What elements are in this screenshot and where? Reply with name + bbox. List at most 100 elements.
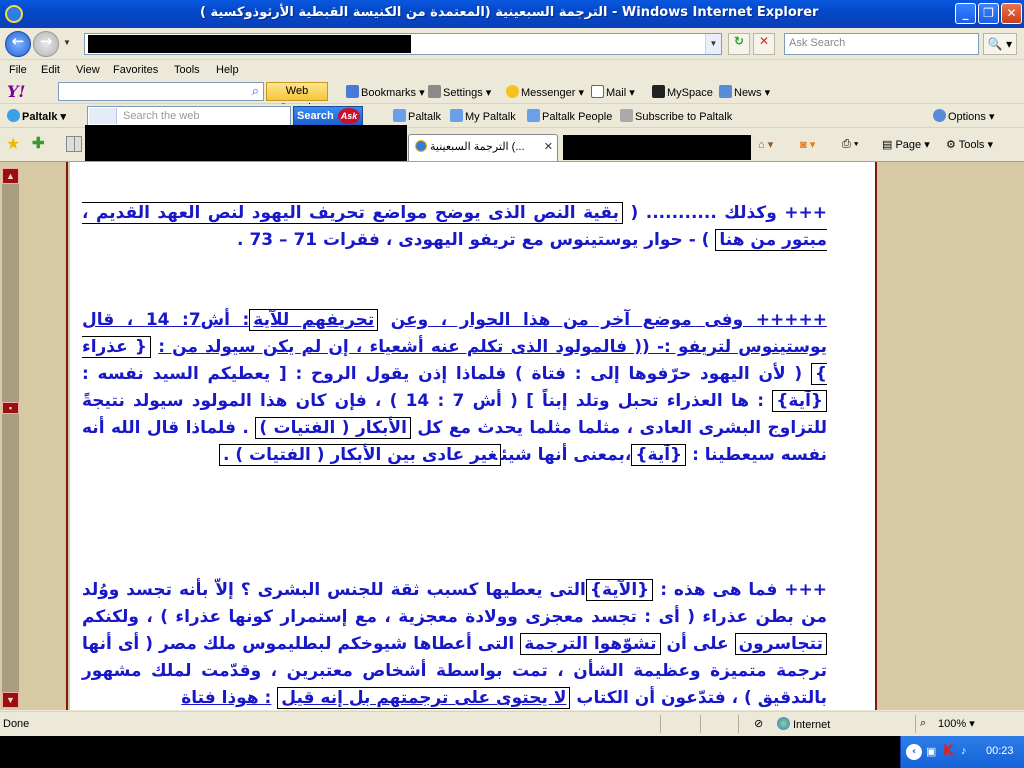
page-menu[interactable]: ▤ Page ▾ — [882, 138, 930, 151]
status-divider — [915, 715, 916, 733]
protected-mode-icon: ⊘ — [754, 718, 764, 730]
paltalk-search-input[interactable]: Search the web — [87, 106, 291, 126]
news-button[interactable]: News ▾ — [719, 85, 770, 99]
yahoo-search-input[interactable]: ⌕ — [58, 82, 264, 101]
highlight-box: {آية} — [631, 444, 687, 466]
scroll-thumb[interactable]: ▪ — [2, 402, 19, 414]
myspace-icon — [652, 85, 665, 98]
paltalk-search-button[interactable]: Search Ask — [293, 106, 363, 126]
scroll-down-button[interactable]: ▼ — [2, 692, 19, 708]
right-frame — [877, 162, 975, 710]
ie-tab-icon — [415, 140, 427, 152]
search-go-button[interactable]: 🔍 ▾ — [983, 33, 1017, 55]
menu-bar: File Edit View Favorites Tools Help — [0, 61, 1024, 81]
ie-icon — [5, 5, 23, 23]
favorites-star-icon[interactable]: ★ — [6, 134, 20, 154]
quick-tabs-icon[interactable] — [66, 136, 82, 152]
volume-icon[interactable]: ♪ — [961, 745, 967, 757]
yahoo-toolbar: Y! ⌕ Web Search Bookmarks ▾ Settings ▾ M… — [0, 80, 1024, 114]
title-bar: الترجمة السبعينية (المعتمدة من الكنيسة ا… — [0, 0, 1024, 28]
paragraph-1: +++ وكذلك ........... ( بقية النص الذى ي… — [82, 202, 827, 251]
redacted-tab — [85, 125, 407, 161]
bookmarks-icon — [346, 85, 359, 98]
feeds-icon[interactable]: ◙ ▾ — [800, 138, 815, 151]
paltalk-people-link[interactable]: Paltalk People — [527, 109, 612, 123]
ask-search-input[interactable]: Ask Search — [784, 33, 979, 55]
history-dropdown-icon[interactable]: ▼ — [63, 38, 71, 47]
minimize-button[interactable]: _ — [955, 3, 976, 24]
address-dropdown-icon[interactable]: ▼ — [705, 34, 721, 54]
bookmarks-button[interactable]: Bookmarks ▾ — [346, 85, 425, 99]
my-paltalk-link[interactable]: My Paltalk — [450, 109, 516, 123]
address-input[interactable]: ▼ — [84, 33, 722, 55]
messenger-icon — [506, 85, 519, 98]
paltalk-link[interactable]: Paltalk — [393, 109, 441, 123]
forward-button[interactable]: → — [33, 31, 59, 57]
tools-menu[interactable]: ⚙ Tools ▾ — [946, 138, 993, 151]
status-divider — [660, 715, 661, 733]
tab-active[interactable]: الترجمة السبعينية (... ✕ — [408, 134, 558, 161]
highlight-box: غير عادى بين الأبكار ( الفتيات ) . — [218, 444, 502, 466]
address-bar: ← → ▼ ▼ ↻ ✕ Ask Search 🔍 ▾ — [0, 28, 1024, 60]
my-paltalk-icon — [450, 109, 463, 122]
paltalk-icon — [7, 109, 20, 122]
k-tray-icon[interactable]: K — [943, 743, 954, 759]
menu-edit[interactable]: Edit — [41, 64, 60, 76]
menu-tools[interactable]: Tools — [174, 64, 200, 76]
paltalk-brand[interactable]: Paltalk ▾ — [7, 109, 66, 123]
menu-view[interactable]: View — [76, 64, 100, 76]
content-area: ▲ ▪ ▼ +++ وكذلك ........... ( بقية النص … — [0, 162, 1024, 710]
highlight-box: تشوّهوا الترجمة — [520, 633, 661, 655]
status-text: Done — [3, 718, 30, 730]
paragraph-3: +++ فما هى هذه : {الآية}التى يعطيها كسبب… — [82, 579, 828, 709]
redacted-url — [88, 35, 411, 53]
mail-icon — [591, 85, 604, 98]
back-button[interactable]: ← — [5, 31, 31, 57]
paltalk-arrow-icon — [393, 109, 406, 122]
search-engine-icon[interactable] — [89, 108, 117, 124]
page-area: +++ وكذلك ........... ( بقية النص الذى ي… — [70, 162, 975, 710]
yahoo-logo[interactable]: Y! — [7, 82, 25, 101]
yahoo-web-search-button[interactable]: Web Search — [266, 82, 328, 114]
scroll-up-button[interactable]: ▲ — [2, 168, 19, 184]
security-zone[interactable]: Internet — [777, 717, 830, 731]
status-divider — [700, 715, 701, 733]
maximize-button[interactable]: ❐ — [978, 3, 999, 24]
add-favorite-icon[interactable]: ✚ — [32, 134, 45, 152]
tray-expand-icon[interactable]: ‹ — [906, 744, 922, 760]
refresh-button[interactable]: ↻ — [728, 33, 750, 55]
subscribe-link[interactable]: Subscribe to Paltalk — [620, 109, 732, 123]
status-divider — [738, 715, 739, 733]
home-icon[interactable]: ⌂ ▾ — [758, 138, 773, 151]
settings-icon — [428, 85, 441, 98]
myspace-button[interactable]: MySpace — [652, 85, 713, 99]
network-icon[interactable]: ▣ — [926, 745, 936, 758]
subscribe-icon — [620, 109, 633, 122]
close-button[interactable]: ✕ — [1001, 3, 1022, 24]
mail-button[interactable]: Mail ▾ — [591, 85, 635, 99]
options-button[interactable]: Options ▾ — [933, 109, 995, 123]
stop-button[interactable]: ✕ — [753, 33, 775, 55]
menu-help[interactable]: Help — [216, 64, 239, 76]
paragraph-2: +++++ وفى موضع آخر من هذا الحوار ، وعن ت… — [82, 309, 828, 466]
taskbar: ‹ ▣ K ♪ 00:23 — [0, 736, 1024, 768]
print-icon[interactable]: ⎙ ▾ — [842, 138, 858, 151]
menu-favorites[interactable]: Favorites — [113, 64, 158, 76]
redacted-tab — [563, 135, 751, 160]
people-icon — [527, 109, 540, 122]
highlight-box: {آية} — [772, 390, 828, 412]
highlight-box: الأبكار ( الفتيات ) — [255, 417, 411, 439]
messenger-button[interactable]: Messenger ▾ — [506, 85, 584, 99]
search-icon[interactable]: ⌕ — [252, 83, 259, 99]
highlight-box: تتجاسرون — [734, 633, 827, 655]
frame-scrollbar[interactable] — [2, 178, 19, 692]
status-bar: Done ⊘ Internet ⌕ 100% ▾ — [0, 711, 1024, 736]
zoom-icon: ⌕ — [920, 717, 927, 729]
menu-file[interactable]: File — [9, 64, 27, 76]
tab-close-icon[interactable]: ✕ — [544, 140, 553, 153]
highlight-box: لا يحتوى على ترجمتهم بل إنه قيل — [277, 687, 571, 709]
options-icon — [933, 109, 946, 122]
zoom-level[interactable]: 100% ▾ — [938, 717, 975, 730]
settings-button[interactable]: Settings ▾ — [428, 85, 491, 99]
window-title: الترجمة السبعينية (المعتمدة من الكنيسة ا… — [200, 5, 819, 20]
